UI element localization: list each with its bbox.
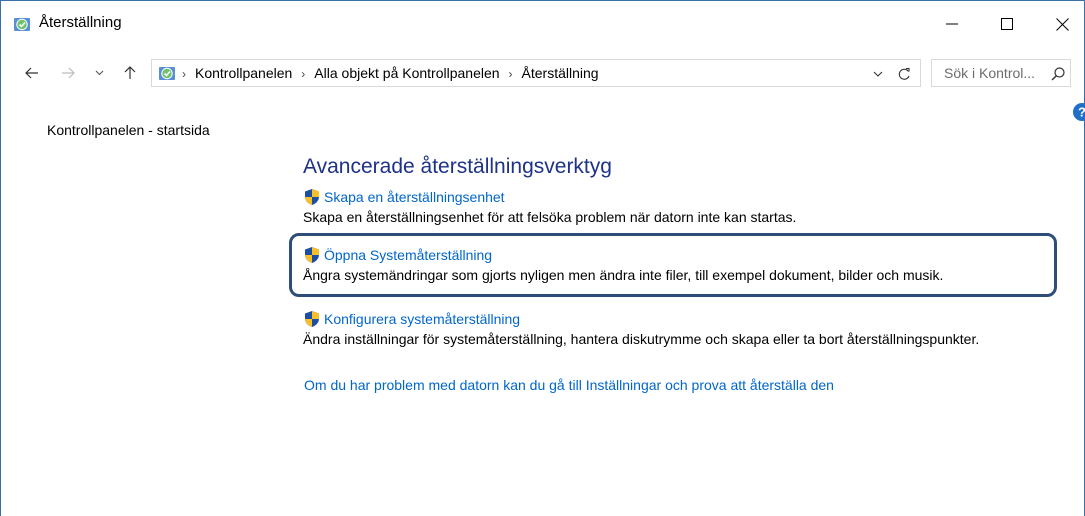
breadcrumb-separator-icon[interactable]: › (182, 67, 186, 81)
refresh-button[interactable] (894, 64, 914, 84)
address-bar[interactable]: › Kontrollpanelen › Alla objekt på Kontroll… (151, 59, 921, 87)
highlight-box (289, 233, 1057, 297)
minimize-button[interactable] (929, 1, 975, 47)
maximize-button[interactable] (984, 1, 1030, 47)
svg-text:?: ? (1078, 105, 1085, 120)
up-arrow-icon (124, 66, 136, 79)
breadcrumb-separator-icon[interactable]: › (301, 67, 305, 81)
refresh-icon (898, 67, 910, 80)
reset-pc-link[interactable]: Om du har problem med datorn kan du gå t… (304, 377, 834, 393)
task-label[interactable]: Skapa en återställningsenhet (324, 189, 505, 205)
task-description: Skapa en återställningsenhet för att fel… (303, 209, 797, 225)
up-button[interactable] (119, 61, 141, 85)
configure-system-restore-link[interactable]: Konfigurera systemåterställning (303, 309, 979, 329)
task-create-recovery-drive: Skapa en återställningsenhet Skapa en åt… (303, 187, 796, 225)
control-panel-icon (159, 67, 175, 80)
minimize-icon (946, 23, 958, 25)
recovery-window: Återställning › Kontrollpanelen › Alla o… (0, 0, 1085, 516)
breadcrumb-item[interactable]: Alla objekt på Kontrollpanelen (314, 65, 499, 81)
search-input[interactable]: Sök i Kontrol... (931, 59, 1071, 87)
uac-shield-icon (305, 311, 319, 327)
recent-locations-button[interactable] (91, 61, 107, 85)
close-icon (1055, 17, 1069, 31)
title-bar[interactable]: Återställning (1, 1, 1084, 47)
back-arrow-icon (25, 67, 38, 79)
window-title: Återställning (39, 14, 122, 31)
breadcrumb: › Kontrollpanelen › Alla objekt på Kontroll… (182, 65, 599, 81)
create-recovery-drive-link[interactable]: Skapa en återställningsenhet (303, 187, 796, 207)
maximize-icon (1001, 18, 1013, 30)
breadcrumb-item[interactable]: Kontrollpanelen (195, 65, 292, 81)
forward-arrow-icon (62, 67, 75, 79)
chevron-down-icon (95, 70, 103, 76)
task-description: Ändra inställningar för systemåterställn… (303, 331, 980, 347)
breadcrumb-separator-icon[interactable]: › (509, 67, 513, 81)
back-button[interactable] (21, 61, 43, 85)
task-configure-system-restore: Konfigurera systemåterställning Ändra in… (303, 309, 979, 347)
task-label[interactable]: Konfigurera systemåterställning (324, 311, 520, 327)
chevron-down-icon (873, 71, 883, 77)
control-panel-home-link[interactable]: Kontrollpanelen - startsida (47, 122, 210, 138)
uac-shield-icon (305, 189, 319, 205)
search-placeholder: Sök i Kontrol... (944, 65, 1036, 81)
forward-button[interactable] (57, 61, 79, 85)
recovery-app-icon (14, 18, 30, 31)
search-icon (1051, 67, 1065, 81)
address-dropdown-button[interactable] (868, 64, 888, 84)
navigation-bar: › Kontrollpanelen › Alla objekt på Kontroll… (1, 57, 1084, 89)
help-icon[interactable]: ? (1073, 103, 1085, 121)
breadcrumb-item[interactable]: Återställning (522, 65, 599, 81)
close-button[interactable] (1039, 1, 1085, 47)
page-title: Avancerade återställningsverktyg (303, 155, 612, 178)
